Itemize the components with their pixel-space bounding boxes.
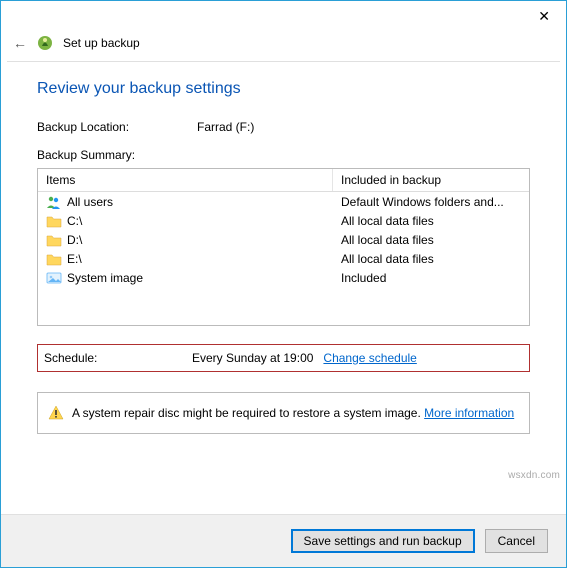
footer: Save settings and run backup Cancel: [1, 514, 566, 567]
item-cell: System image: [38, 270, 333, 286]
backup-location-label: Backup Location:: [37, 120, 197, 134]
included-cell: Default Windows folders and...: [333, 195, 529, 209]
titlebar: ✕: [1, 1, 566, 31]
item-cell: All users: [38, 194, 333, 210]
col-included[interactable]: Included in backup: [333, 169, 529, 191]
backup-location-row: Backup Location: Farrad (F:): [37, 120, 530, 134]
folder-icon: [46, 232, 62, 248]
watermark: wsxdn.com: [508, 470, 560, 481]
users-icon: [46, 194, 62, 210]
item-cell: E:\: [38, 251, 333, 267]
table-row[interactable]: D:\ All local data files: [38, 230, 529, 249]
cancel-button[interactable]: Cancel: [485, 529, 548, 553]
table-row[interactable]: All users Default Windows folders and...: [38, 192, 529, 211]
item-text: System image: [67, 271, 143, 285]
table-row[interactable]: C:\ All local data files: [38, 211, 529, 230]
item-text: All users: [67, 195, 113, 209]
change-schedule-link[interactable]: Change schedule: [323, 351, 416, 365]
table-row[interactable]: System image Included: [38, 268, 529, 287]
included-cell: All local data files: [333, 233, 529, 247]
backup-location-value: Farrad (F:): [197, 120, 254, 134]
schedule-value: Every Sunday at 19:00: [192, 351, 313, 365]
more-information-link[interactable]: More information: [424, 406, 514, 420]
backup-summary-label: Backup Summary:: [37, 148, 530, 162]
folder-icon: [46, 251, 62, 267]
content-area: Review your backup settings Backup Locat…: [1, 62, 566, 514]
included-cell: All local data files: [333, 252, 529, 266]
warning-box: A system repair disc might be required t…: [37, 392, 530, 434]
back-arrow-icon[interactable]: ←: [13, 35, 27, 51]
backup-app-icon: [37, 35, 53, 51]
warning-text: A system repair disc might be required t…: [72, 406, 424, 420]
header: ← Set up backup: [1, 31, 566, 61]
window-title: Set up backup: [63, 36, 140, 50]
item-text: D:\: [67, 233, 82, 247]
table-body: All users Default Windows folders and... C…: [38, 192, 529, 287]
warning-text-wrap: A system repair disc might be required t…: [72, 406, 514, 420]
included-cell: All local data files: [333, 214, 529, 228]
folder-icon: [46, 213, 62, 229]
close-icon[interactable]: ✕: [530, 4, 558, 29]
schedule-row: Schedule: Every Sunday at 19:00 Change s…: [37, 344, 530, 372]
page-title: Review your backup settings: [37, 80, 530, 98]
save-settings-button[interactable]: Save settings and run backup: [291, 529, 475, 553]
item-cell: D:\: [38, 232, 333, 248]
included-cell: Included: [333, 271, 529, 285]
summary-table: Items Included in backup All users Defaul…: [37, 168, 530, 326]
table-header: Items Included in backup: [38, 169, 529, 192]
schedule-label: Schedule:: [40, 351, 192, 365]
col-items[interactable]: Items: [38, 169, 333, 191]
warning-icon: [48, 405, 64, 421]
image-icon: [46, 270, 62, 286]
item-cell: C:\: [38, 213, 333, 229]
table-row[interactable]: E:\ All local data files: [38, 249, 529, 268]
item-text: C:\: [67, 214, 82, 228]
item-text: E:\: [67, 252, 82, 266]
